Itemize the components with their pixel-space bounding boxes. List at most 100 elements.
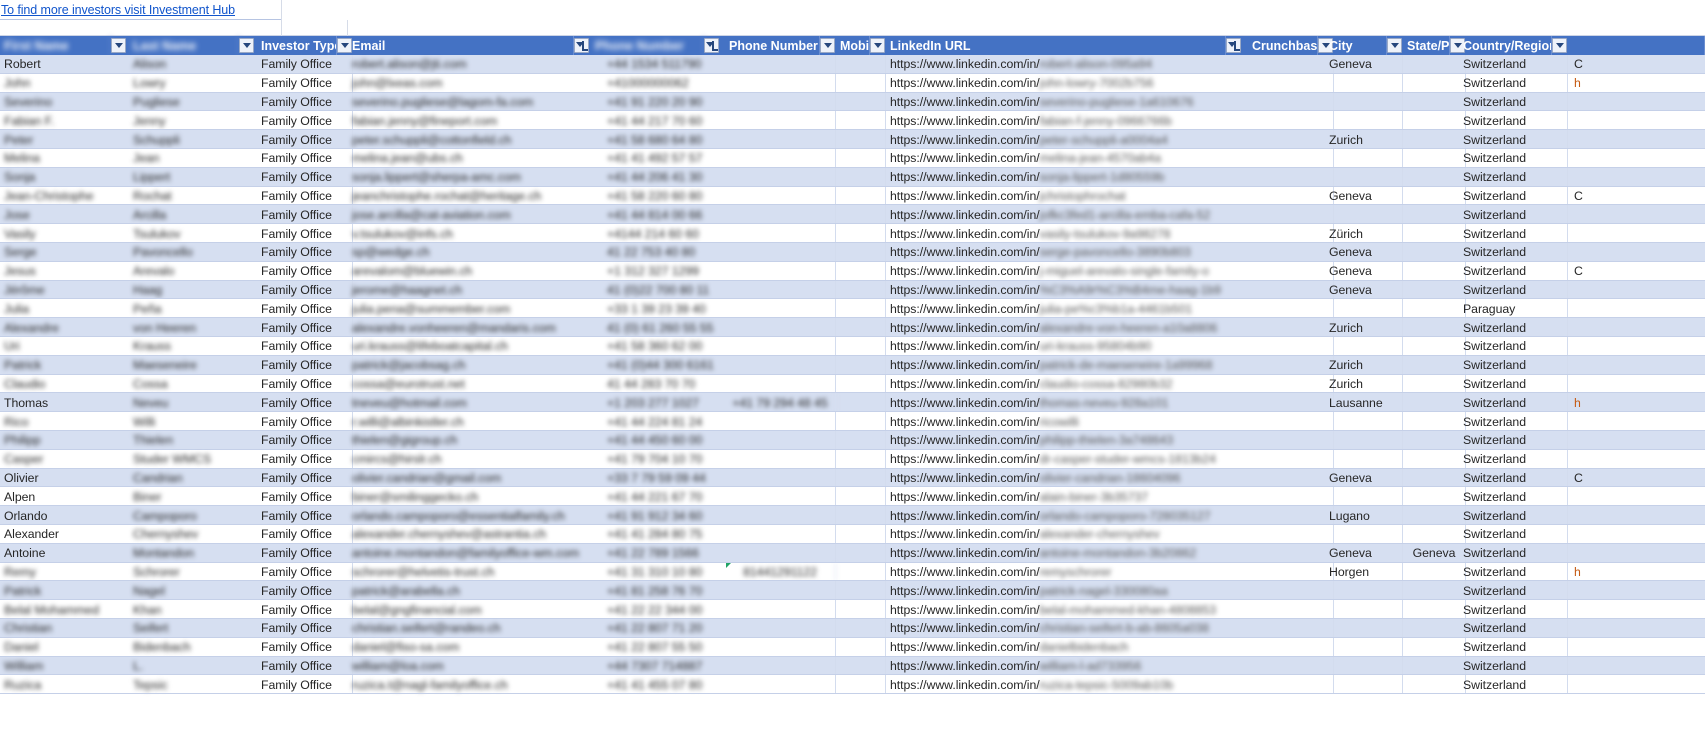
cell-phone_2[interactable] — [725, 543, 836, 563]
cell-phone_1[interactable]: +41 44 224 81 24 — [591, 412, 720, 431]
table-row[interactable]: Fabian F. Jenny Family Office fabian.jenny@… — [0, 111, 1705, 131]
cell-city[interactable] — [1325, 167, 1403, 187]
cell-country[interactable]: Switzerland — [1459, 318, 1568, 337]
cell-linkedin[interactable]: https://www.linkedin.com/in/alain-biner-… — [886, 487, 1256, 506]
cell-phone_2[interactable] — [725, 55, 836, 74]
cell-last_name[interactable]: Haag — [129, 281, 255, 300]
cell-country[interactable]: Switzerland — [1459, 656, 1568, 676]
cell-first_name[interactable]: Serge — [0, 243, 127, 262]
cell-mobile[interactable] — [836, 242, 886, 262]
cell-first_name[interactable]: John — [0, 74, 127, 93]
cell-city[interactable]: Zurich — [1325, 130, 1403, 149]
cell-last_name[interactable]: Khan — [129, 600, 255, 619]
cell-linkedin[interactable]: https://www.linkedin.com/in/peter-schupp… — [886, 130, 1256, 149]
cell-country[interactable]: Switzerland — [1459, 205, 1568, 225]
cell-last_name[interactable]: Nagel — [129, 581, 255, 600]
table-row[interactable]: Robert Alison Family Office robert.alison@j… — [0, 55, 1705, 74]
cell-last_name[interactable]: Willi — [129, 412, 255, 431]
cell-phone_2[interactable] — [725, 618, 836, 638]
cell-extra[interactable] — [1570, 657, 1705, 676]
cell-city[interactable]: Geneva — [1325, 468, 1403, 488]
cell-mobile[interactable] — [836, 336, 886, 356]
cell-investor_type[interactable]: Family Office — [257, 675, 353, 695]
cell-mobile[interactable] — [836, 130, 886, 149]
cell-state[interactable] — [1403, 468, 1466, 488]
cell-investor_type[interactable]: Family Office — [257, 92, 353, 112]
cell-phone_2[interactable] — [725, 318, 836, 337]
table-row[interactable]: Jean-Christophe Rochat Family Office jeanch… — [0, 186, 1705, 206]
cell-last_name[interactable]: Peña — [129, 299, 255, 318]
cell-country[interactable]: Switzerland — [1459, 336, 1568, 356]
cell-mobile[interactable] — [836, 430, 886, 450]
cell-state[interactable]: Geneva — [1403, 543, 1466, 563]
cell-first_name[interactable]: Orlando — [0, 506, 127, 525]
cell-linkedin[interactable]: https://www.linkedin.com/in/thomas-neveu… — [886, 393, 1256, 412]
cell-first_name[interactable]: Alexandre — [0, 318, 127, 337]
table-row[interactable]: Jesus Arevalo Family Office arevalom@bluewi… — [0, 261, 1705, 281]
cell-extra[interactable] — [1570, 675, 1705, 694]
cell-investor_type[interactable]: Family Office — [257, 487, 353, 507]
cell-investor_type[interactable]: Family Office — [257, 148, 353, 168]
cell-first_name[interactable]: Vasily — [0, 224, 127, 243]
cell-phone_1[interactable]: +44 7307 714887 — [591, 657, 720, 676]
cell-extra[interactable] — [1570, 149, 1705, 168]
cell-phone_2[interactable] — [725, 186, 836, 206]
cell-investor_type[interactable]: Family Office — [257, 393, 353, 413]
cell-email[interactable]: olivier.candrian@gmail.com — [348, 469, 590, 488]
cell-last_name[interactable]: von Heeren — [129, 318, 255, 337]
cell-state[interactable] — [1403, 111, 1466, 131]
cell-extra[interactable] — [1570, 337, 1705, 356]
cell-investor_type[interactable]: Family Office — [257, 205, 353, 225]
cell-city[interactable]: Horgen — [1325, 562, 1403, 582]
cell-phone_1[interactable]: +41 22 789 1566 — [591, 544, 720, 563]
cell-state[interactable] — [1403, 92, 1466, 112]
cell-first_name[interactable]: Antoine — [0, 544, 127, 563]
filter-dropdown-icon-mobile[interactable] — [870, 38, 885, 53]
cell-last_name[interactable]: Studer WMCS — [129, 450, 255, 469]
table-row[interactable]: Jose Arcilla Family Office jose.arcilla@cat… — [0, 205, 1705, 225]
cell-crunchbase[interactable] — [1248, 130, 1334, 149]
cell-extra[interactable] — [1570, 619, 1705, 638]
cell-linkedin[interactable]: https://www.linkedin.com/in/william-l-ad… — [886, 657, 1256, 676]
cell-first_name[interactable]: Ruzica — [0, 675, 127, 694]
cell-linkedin[interactable]: https://www.linkedin.com/in/christian-se… — [886, 619, 1256, 638]
cell-crunchbase[interactable] — [1248, 637, 1334, 657]
cell-investor_type[interactable]: Family Office — [257, 524, 353, 544]
cell-mobile[interactable] — [836, 675, 886, 695]
cell-country[interactable]: Switzerland — [1459, 675, 1568, 695]
cell-extra[interactable] — [1570, 581, 1705, 600]
cell-crunchbase[interactable] — [1248, 55, 1334, 74]
cell-state[interactable] — [1403, 618, 1466, 638]
cell-linkedin[interactable]: https://www.linkedin.com/in/melina-jean-… — [886, 149, 1256, 168]
cell-mobile[interactable] — [836, 205, 886, 225]
cell-email[interactable]: biner@smilinggecko.ch — [348, 487, 590, 506]
cell-first_name[interactable]: Claudio — [0, 375, 127, 394]
cell-crunchbase[interactable] — [1248, 374, 1334, 394]
cell-extra[interactable] — [1570, 544, 1705, 563]
cell-investor_type[interactable]: Family Office — [257, 374, 353, 394]
cell-phone_1[interactable]: +41 91 220 20 90 — [591, 93, 720, 112]
cell-investor_type[interactable]: Family Office — [257, 111, 353, 131]
cell-mobile[interactable] — [836, 562, 886, 582]
table-row[interactable]: Patrick Maeseneire Family Office patrick@ja… — [0, 355, 1705, 375]
table-row[interactable]: Orlando Campoporo Family Office orlando.cam… — [0, 506, 1705, 525]
cell-phone_1[interactable]: +41 41 455 07 80 — [591, 675, 720, 694]
filter-dropdown-icon-first_name[interactable] — [111, 38, 126, 53]
cell-first_name[interactable]: Sonja — [0, 168, 127, 187]
cell-linkedin[interactable]: https://www.linkedin.com/in/fabian-f-jen… — [886, 111, 1256, 130]
cell-country[interactable]: Switzerland — [1459, 355, 1568, 375]
table-row[interactable]: Casper Studer WMCS Family Office cmircs@hir… — [0, 449, 1705, 469]
cell-mobile[interactable] — [836, 506, 886, 525]
cell-phone_1[interactable]: +41 44 450 60 00 — [591, 431, 720, 450]
cell-mobile[interactable] — [836, 393, 886, 413]
table-row[interactable]: Alpen Biner Family Office biner@smilinggeck… — [0, 487, 1705, 507]
cell-state[interactable] — [1403, 186, 1466, 206]
cell-crunchbase[interactable] — [1248, 242, 1334, 262]
cell-email[interactable]: belal@gngfinancial.com — [348, 600, 590, 619]
cell-state[interactable] — [1403, 506, 1466, 525]
cell-crunchbase[interactable] — [1248, 224, 1334, 243]
cell-state[interactable] — [1403, 487, 1466, 507]
cell-country[interactable]: Switzerland — [1459, 393, 1568, 413]
cell-linkedin[interactable]: https://www.linkedin.com/in/olivier-cand… — [886, 469, 1256, 488]
table-row[interactable]: Thomas Neveu Family Office tneveu@hotmail.c… — [0, 393, 1705, 413]
